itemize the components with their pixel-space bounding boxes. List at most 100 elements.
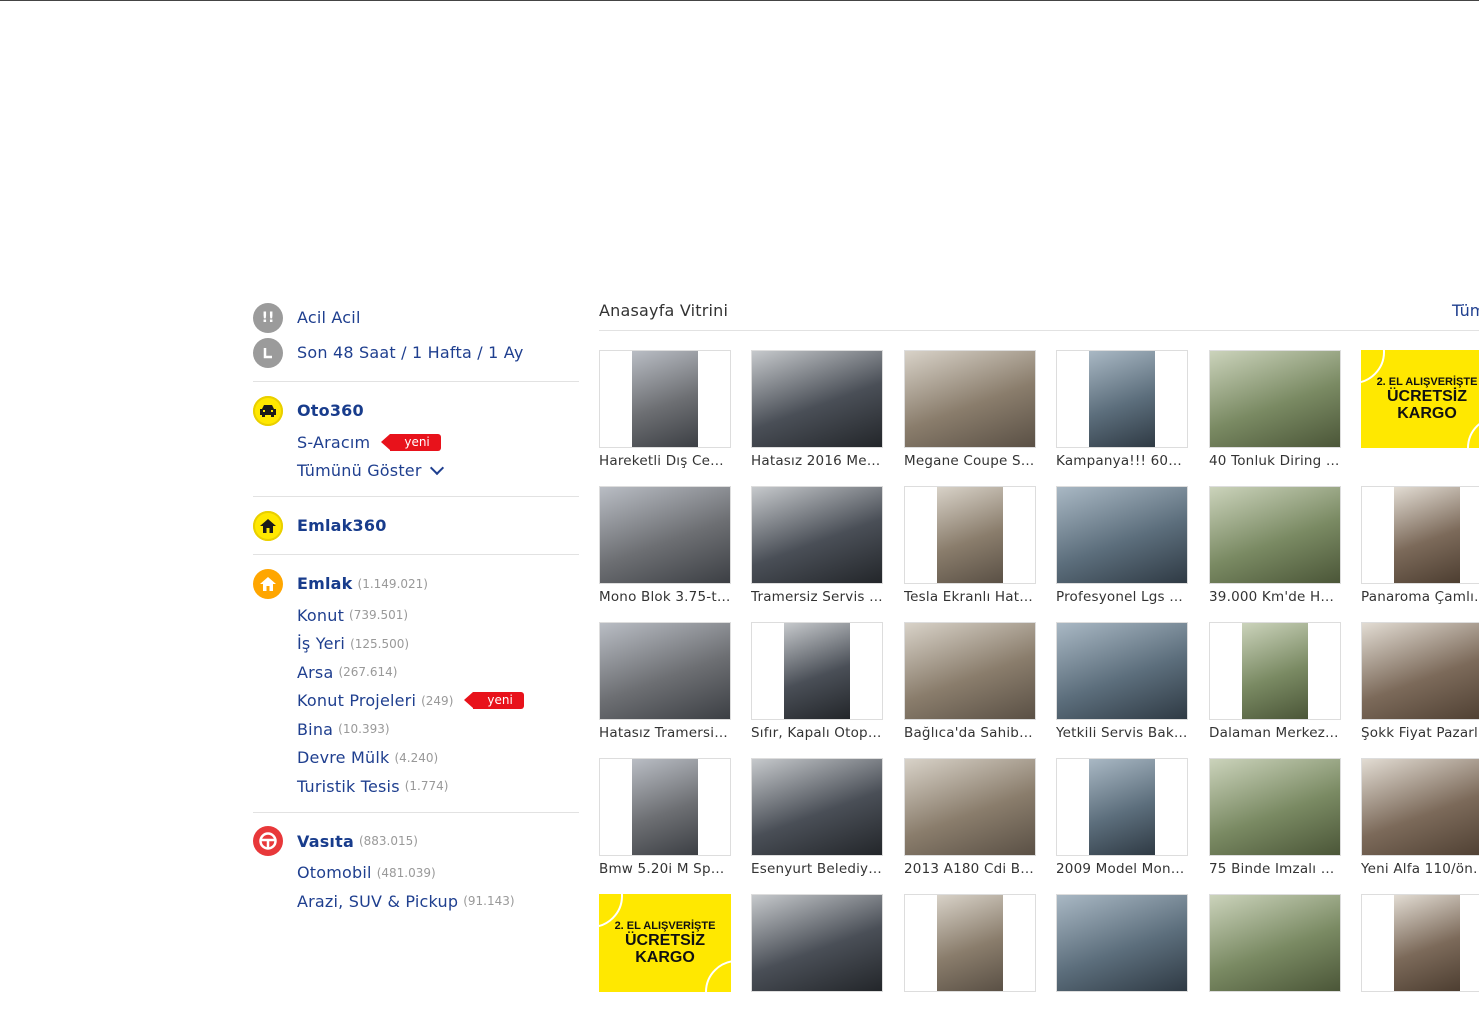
listing-card[interactable]: Kampanya!!! 60x90 Cnc Router <box>1056 350 1188 480</box>
listing-card[interactable]: 2. EL ALIŞVERİŞTE ÜCRETSİZ KARGO <box>599 894 731 1024</box>
sidebar-item-bina[interactable]: Bina (10.393) <box>297 715 579 744</box>
listing-title[interactable]: Şokk Fiyat Pazarlıklı 7.30 <box>1361 725 1479 741</box>
listing-card[interactable] <box>1209 894 1341 1024</box>
listing-title[interactable]: Sıfır, Kapalı Otoparklı Daire <box>751 725 883 741</box>
listing-photo[interactable] <box>599 622 731 720</box>
listing-photo[interactable] <box>1361 758 1479 856</box>
listing-photo[interactable] <box>1056 350 1188 448</box>
sidebar-item-is-yeri[interactable]: İş Yeri (125.500) <box>297 630 579 659</box>
listing-card[interactable]: 2013 A180 Cdi BlueEfficiency <box>904 758 1036 888</box>
listing-card[interactable]: Dalaman Merkez'de Satılık <box>1209 622 1341 752</box>
listing-title[interactable]: 39.000 Km'de Hatasız Tiguan <box>1209 589 1341 605</box>
listing-title[interactable]: Dalaman Merkez'de Satılık <box>1209 725 1341 741</box>
listing-title[interactable]: Bağlıca'da Sahibinden Villa <box>904 725 1036 741</box>
listing-card[interactable]: Megane Coupe Sahibinden <box>904 350 1036 480</box>
listing-card[interactable]: Şokk Fiyat Pazarlıklı 7.30 <box>1361 622 1479 752</box>
category-vasita[interactable]: Vasıta (883.015) <box>253 824 579 859</box>
listing-photo[interactable] <box>751 894 883 992</box>
listing-title[interactable]: Bmw 5.20i M Sport Hatasız <box>599 861 731 877</box>
listing-photo[interactable] <box>599 350 731 448</box>
sidebar-item-otomobil[interactable]: Otomobil (481.039) <box>297 859 579 888</box>
category-emlak[interactable]: Emlak (1.149.021) <box>253 566 579 601</box>
listing-photo[interactable] <box>599 758 731 856</box>
free-shipping-banner[interactable]: 2. EL ALIŞVERİŞTE ÜCRETSİZ KARGO <box>1361 350 1479 448</box>
listing-card[interactable]: Hatasız Tramersiz Mercedes CLA <box>599 622 731 752</box>
listing-card[interactable]: 2. EL ALIŞVERİŞTE ÜCRETSİZ KARGO <box>1361 350 1479 480</box>
listing-photo[interactable] <box>1361 622 1479 720</box>
listing-title[interactable]: 40 Tonluk Diring Eksantrik Pres <box>1209 453 1341 469</box>
show-all-button[interactable]: Tümünü Göster <box>297 457 579 486</box>
listing-photo[interactable] <box>1056 622 1188 720</box>
listing-title[interactable]: 2009 Model Mondeo Dizel <box>1056 861 1188 877</box>
listing-card[interactable] <box>1361 894 1479 1024</box>
listing-photo[interactable] <box>751 486 883 584</box>
listing-title[interactable]: Hareketli Dış Cephe Stil Daire <box>599 453 731 469</box>
sidebar-item-devre-mulk[interactable]: Devre Mülk (4.240) <box>297 744 579 773</box>
listing-photo[interactable] <box>1209 622 1341 720</box>
listing-card[interactable]: 39.000 Km'de Hatasız Tiguan <box>1209 486 1341 616</box>
listing-title[interactable]: 75 Binde Imzalı Servis Bakımlı <box>1209 861 1341 877</box>
listing-title[interactable]: Hatasız Tramersiz Mercedes CLA <box>599 725 731 741</box>
listing-photo[interactable] <box>1056 758 1188 856</box>
listing-title[interactable]: Yetkili Servis Bakımlı Focus <box>1056 725 1188 741</box>
listing-photo[interactable] <box>904 486 1036 584</box>
listing-photo[interactable] <box>1209 350 1341 448</box>
listing-card[interactable]: Hatasız 2016 Mercedes C180 <box>751 350 883 480</box>
listing-title[interactable]: Tesla Ekranlı Hatasız Araç <box>904 589 1036 605</box>
listing-title[interactable]: Mono Blok 3.75-trailer Karavan <box>599 589 731 605</box>
listing-card[interactable]: Esenyurt Belediyesine Yakın <box>751 758 883 888</box>
listing-photo[interactable] <box>751 350 883 448</box>
listing-photo[interactable] <box>904 758 1036 856</box>
listing-card[interactable]: Mono Blok 3.75-trailer Karavan <box>599 486 731 616</box>
listing-photo[interactable] <box>1361 894 1479 992</box>
sidebar-item-konut[interactable]: Konut (739.501) <box>297 601 579 630</box>
listing-card[interactable] <box>751 894 883 1024</box>
listing-title[interactable]: Yeni Alfa 110/önümüzdeki <box>1361 861 1479 877</box>
listing-photo[interactable] <box>1209 758 1341 856</box>
listing-photo[interactable] <box>751 622 883 720</box>
listing-card[interactable]: Tesla Ekranlı Hatasız Araç <box>904 486 1036 616</box>
listing-card[interactable]: Hareketli Dış Cephe Stil Daire <box>599 350 731 480</box>
quick-link-acil[interactable]: !! Acil Acil <box>253 300 579 335</box>
listing-photo[interactable] <box>1361 486 1479 584</box>
listing-photo[interactable] <box>1209 486 1341 584</box>
free-shipping-banner[interactable]: 2. EL ALIŞVERİŞTE ÜCRETSİZ KARGO <box>599 894 731 992</box>
listing-title[interactable]: Tramersiz Servis Bakımlı Polo <box>751 589 883 605</box>
sidebar-item-s-aracim[interactable]: S-Aracım yeni <box>297 428 579 457</box>
listing-photo[interactable] <box>1056 894 1188 992</box>
listing-photo[interactable] <box>1056 486 1188 584</box>
listing-photo[interactable] <box>751 758 883 856</box>
listing-card[interactable]: 2009 Model Mondeo Dizel <box>1056 758 1188 888</box>
quick-link-recent[interactable]: Son 48 Saat / 1 Hafta / 1 Ay <box>253 335 579 370</box>
listing-card[interactable] <box>904 894 1036 1024</box>
sidebar-item-turistik-tesis[interactable]: Turistik Tesis (1.774) <box>297 772 579 801</box>
listing-card[interactable]: Tramersiz Servis Bakımlı Polo <box>751 486 883 616</box>
show-all-link[interactable]: Tüm <box>1452 301 1479 320</box>
listing-photo[interactable] <box>904 622 1036 720</box>
listing-card[interactable]: Yetkili Servis Bakımlı Focus <box>1056 622 1188 752</box>
sidebar-item-arsa[interactable]: Arsa (267.614) <box>297 658 579 687</box>
listing-card[interactable]: Bmw 5.20i M Sport Hatasız <box>599 758 731 888</box>
category-emlak360[interactable]: Emlak360 <box>253 508 579 543</box>
sidebar-item-konut-projeleri[interactable]: Konut Projeleri (249) yeni <box>297 687 579 716</box>
listing-photo[interactable] <box>1209 894 1341 992</box>
listing-card[interactable]: Profesyonel Lgs Öğretmeni <box>1056 486 1188 616</box>
listing-card[interactable]: 75 Binde Imzalı Servis Bakımlı <box>1209 758 1341 888</box>
listing-card[interactable]: Panaroma Çamlıca Proje <box>1361 486 1479 616</box>
listing-title[interactable]: Kampanya!!! 60x90 Cnc Router <box>1056 453 1188 469</box>
sidebar-item-arazi-suv-pickup[interactable]: Arazi, SUV & Pickup (91.143) <box>297 887 579 916</box>
listing-title[interactable]: Megane Coupe Sahibinden <box>904 453 1036 469</box>
listing-card[interactable]: Bağlıca'da Sahibinden Villa <box>904 622 1036 752</box>
listing-card[interactable]: Sıfır, Kapalı Otoparklı Daire <box>751 622 883 752</box>
listing-photo[interactable] <box>599 486 731 584</box>
listing-photo[interactable] <box>904 350 1036 448</box>
category-oto360[interactable]: Oto360 <box>253 393 579 428</box>
listing-title[interactable]: Hatasız 2016 Mercedes C180 <box>751 453 883 469</box>
listing-photo[interactable] <box>904 894 1036 992</box>
listing-title[interactable]: 2013 A180 Cdi BlueEfficiency <box>904 861 1036 877</box>
listing-title[interactable]: Panaroma Çamlıca Proje <box>1361 589 1479 605</box>
listing-card[interactable]: 40 Tonluk Diring Eksantrik Pres <box>1209 350 1341 480</box>
listing-title[interactable]: Esenyurt Belediyesine Yakın <box>751 861 883 877</box>
listing-card[interactable]: Yeni Alfa 110/önümüzdeki <box>1361 758 1479 888</box>
listing-card[interactable] <box>1056 894 1188 1024</box>
